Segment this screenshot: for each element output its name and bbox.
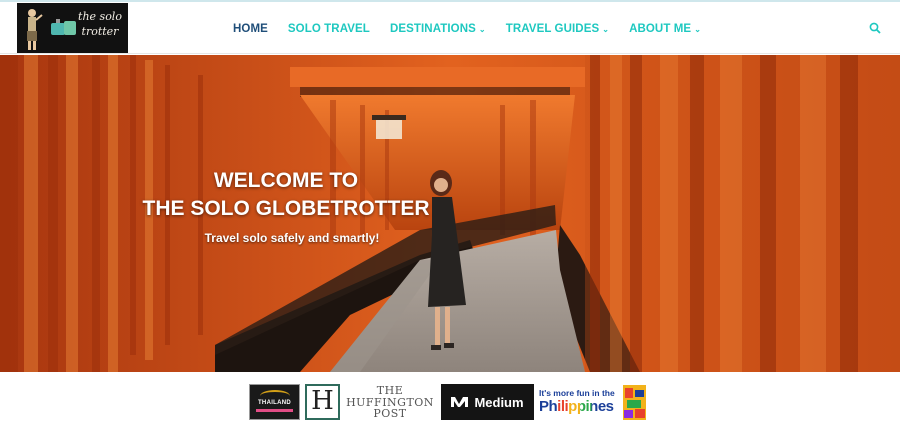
hero-background-image [0,55,900,372]
huffington-line: THE [376,384,404,397]
philippines-wordmark: Philippines [539,398,614,415]
main-navigation: HOME SOLO TRAVEL DESTINATIONS ⌄ TRAVEL GU… [233,21,721,37]
search-icon[interactable] [869,22,881,34]
nav-item-travel-guides[interactable]: TRAVEL GUIDES ⌄ [506,23,609,35]
medium-mark-icon [451,397,469,407]
hero-title: WELCOME TO THE SOLO GLOBETROTTER [142,167,430,223]
huffington-line: POST [373,407,407,420]
philippines-tourism-logo[interactable]: It's more fun in the Philippines [539,384,647,420]
nav-item-destinations[interactable]: DESTINATIONS ⌄ [390,23,486,35]
logo-wordmark: the solo trotter [78,10,122,38]
site-logo[interactable]: the solo trotter [17,3,128,53]
hero-title-line2: THE SOLO GLOBETROTTER [142,197,430,220]
thailand-color-bar [256,409,293,412]
hero-title-line1: WELCOME TO [213,169,359,192]
nav-item-solo-travel[interactable]: SOLO TRAVEL [288,23,370,35]
medium-logo[interactable]: Medium [441,384,534,420]
huffington-post-logo[interactable]: H THE HUFFINGTON POST [305,384,435,420]
nav-item-home[interactable]: HOME [233,23,268,35]
philippines-text: Philippines [539,398,614,415]
philippines-art-icon [623,385,646,420]
chevron-down-icon: ⌄ [478,24,486,34]
hero-banner: WELCOME TO THE SOLO GLOBETROTTER Travel … [0,55,900,372]
thailand-logo-text: THAILAND [257,400,292,406]
huffington-h-mark: H [305,384,340,420]
huffington-wordmark: THE HUFFINGTON POST [345,385,435,420]
nav-item-about-me[interactable]: ABOUT ME ⌄ [629,23,701,35]
chevron-down-icon: ⌄ [602,24,610,34]
site-header: the solo trotter HOME SOLO TRAVEL DESTIN… [0,2,900,54]
chevron-down-icon: ⌄ [694,24,702,34]
amazing-thailand-logo[interactable]: THAILAND [249,384,300,420]
philippines-tagline: It's more fun in the [539,388,615,398]
medium-wordmark: Medium [474,394,524,410]
featured-in-logos: THAILAND H THE HUFFINGTON POST Medium It… [0,372,900,430]
traveler-figure-icon [27,9,43,50]
hero-subtitle: Travel solo safely and smartly! [204,231,380,245]
